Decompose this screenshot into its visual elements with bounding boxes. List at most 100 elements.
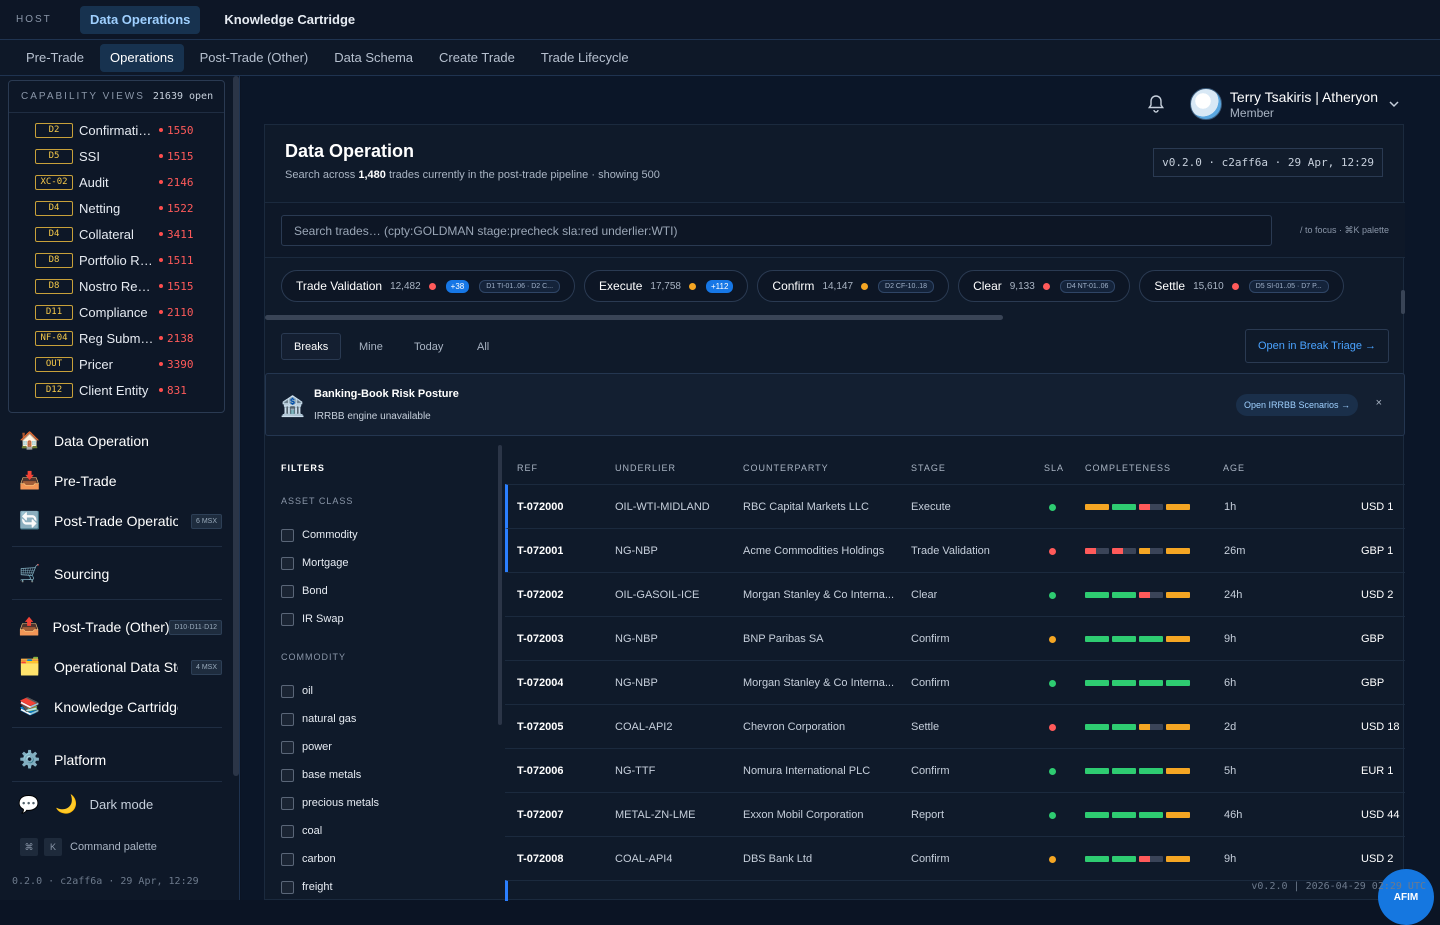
bell-icon[interactable]: [1146, 94, 1166, 114]
checkbox[interactable]: [281, 684, 294, 698]
open-break-triage-button[interactable]: Open in Break Triage →: [1244, 329, 1389, 363]
filters-scrollbar[interactable]: [498, 445, 502, 725]
filters-panel: FILTERS ASSET CLASS Commodity Mortgage Bon…: [281, 448, 499, 901]
sla-dot: [1049, 503, 1056, 511]
table-row[interactable]: T-072003 NG-NBP BNP Paribas SA Confirm 9h GBP: [505, 616, 1405, 660]
checkbox[interactable]: [281, 852, 294, 866]
commodity-checkbox[interactable]: precious metals: [281, 796, 379, 810]
capability-item[interactable]: D12 Client Entity 831: [9, 377, 224, 403]
asset-class-checkbox[interactable]: Commodity: [281, 528, 358, 542]
checkbox[interactable]: [281, 612, 294, 626]
stage-chip[interactable]: Clear 9,133 D4 NT-01..06: [958, 270, 1131, 302]
moon-icon[interactable]: 🌙: [55, 794, 77, 815]
sla-dot: [1049, 723, 1056, 731]
tab-pre-trade[interactable]: Pre-Trade: [16, 44, 94, 72]
table-row[interactable]: T-072005 COAL-API2 Chevron Corporation Sett…: [505, 704, 1405, 748]
capability-item[interactable]: NF-04 Reg Submissions 2138: [9, 325, 224, 351]
capability-item[interactable]: D8 Nostro Reconciliation 1515: [9, 273, 224, 299]
col-stage[interactable]: STAGE: [911, 463, 946, 473]
open-irrbb-scenarios-button[interactable]: Open IRRBB Scenarios →: [1235, 394, 1358, 416]
checkbox[interactable]: [281, 528, 294, 542]
tab-mine[interactable]: Mine: [347, 333, 395, 360]
search-input[interactable]: Search trades… (cpty:GOLDMAN stage:prech…: [281, 215, 1272, 246]
chat-icon[interactable]: 💬: [18, 795, 39, 815]
commodity-checkbox[interactable]: coal: [281, 824, 322, 838]
checkbox[interactable]: [281, 740, 294, 754]
checkbox[interactable]: [281, 796, 294, 810]
capability-item[interactable]: D5 SSI 1515: [9, 143, 224, 169]
tab-post-trade-other[interactable]: Post-Trade (Other): [190, 44, 319, 72]
table-row[interactable]: T-072007 METAL-ZN-LME Exxon Mobil Corporat…: [505, 792, 1405, 836]
checkbox[interactable]: [281, 824, 294, 838]
col-underlier[interactable]: UNDERLIER: [615, 463, 676, 473]
tab-data-schema[interactable]: Data Schema: [324, 44, 423, 72]
commodity-checkbox[interactable]: natural gas: [281, 712, 356, 726]
tab-operations[interactable]: Operations: [100, 43, 184, 72]
commodity-checkbox[interactable]: power: [281, 740, 332, 754]
stage-status-dot: [1231, 282, 1239, 290]
asset-class-checkbox[interactable]: Bond: [281, 584, 328, 598]
col-counterparty[interactable]: COUNTERPARTY: [743, 463, 829, 473]
checkbox[interactable]: [281, 880, 294, 894]
stage-scrollbar[interactable]: [265, 315, 1003, 320]
sidebar-item[interactable]: 🔄 Post-Trade Operations 6 MSX: [12, 501, 222, 541]
sidebar-item[interactable]: 🏠 Data Operation: [12, 421, 222, 461]
page-title: Data Operation: [285, 141, 415, 161]
capability-item[interactable]: D2 Confirmations 1550: [9, 117, 224, 143]
commodity-checkbox[interactable]: oil: [281, 684, 313, 698]
tab-today[interactable]: Today: [402, 333, 455, 360]
stage-chip[interactable]: Trade Validation 12,482 +38 D1 TI-01..06 · …: [281, 270, 576, 302]
checkbox[interactable]: [281, 584, 294, 598]
tab-all[interactable]: All: [465, 333, 501, 360]
close-icon[interactable]: ×: [1376, 397, 1382, 409]
capability-item[interactable]: D4 Collateral 3411: [9, 221, 224, 247]
col-ref[interactable]: REF: [517, 463, 538, 473]
asset-class-checkbox[interactable]: IR Swap: [281, 612, 344, 626]
table-scrollbar[interactable]: [1401, 290, 1405, 314]
capability-item[interactable]: XC-02 Audit 2146: [9, 169, 224, 195]
host-tab-knowledge-cartridge[interactable]: Knowledge Cartridge: [214, 6, 365, 34]
sidebar-item[interactable]: 📤 Post-Trade (Other) D10·D11·D12: [12, 607, 222, 647]
stage-chip[interactable]: Settle 15,610 D5 SI-01..05 · D7 P...: [1139, 270, 1344, 302]
host-tab-data-operations[interactable]: Data Operations: [80, 5, 201, 34]
avatar[interactable]: [1189, 88, 1222, 120]
col-age[interactable]: AGE: [1223, 463, 1245, 473]
table-row[interactable]: T-072008 COAL-API4 DBS Bank Ltd Confirm 9h US…: [505, 836, 1405, 880]
table-row[interactable]: T-072000 OIL-WTI-MIDLAND RBC Capital Marke…: [505, 484, 1405, 528]
asset-class-checkbox[interactable]: Mortgage: [281, 556, 348, 570]
commodity-checkbox[interactable]: freight: [281, 880, 333, 894]
tab-trade-lifecycle[interactable]: Trade Lifecycle: [531, 44, 639, 72]
capability-item[interactable]: OUT Pricer 3390: [9, 351, 224, 377]
col-completeness[interactable]: COMPLETENESS: [1085, 463, 1171, 473]
sidebar-item[interactable]: 🛒 Sourcing: [12, 554, 222, 594]
table-row[interactable]: T-072001 NG-NBP Acme Commodities Holdings T…: [505, 528, 1405, 572]
table-row[interactable]: T-072004 NG-NBP Morgan Stanley & Co Intern…: [505, 660, 1405, 704]
checkbox[interactable]: [281, 556, 294, 570]
table-row[interactable]: T-072006 NG-TTF Nomura International PLC Co…: [505, 748, 1405, 792]
sidebar-item[interactable]: 📥 Pre-Trade: [12, 461, 222, 501]
cell-age: 5h: [1224, 765, 1237, 777]
capability-item[interactable]: D11 Compliance 2110: [9, 299, 224, 325]
sidebar-item[interactable]: ⚙️ Platform: [12, 740, 222, 780]
afim-button[interactable]: AFIM: [1378, 869, 1434, 925]
capability-item[interactable]: D4 Netting 1522: [9, 195, 224, 221]
col-sla[interactable]: SLA: [1044, 463, 1064, 473]
tab-breaks[interactable]: Breaks: [281, 333, 342, 360]
sidebar-item[interactable]: 🗂️ Operational Data Store 4 MSX: [12, 647, 222, 687]
command-palette-row[interactable]: ⌘ K Command palette: [20, 838, 157, 856]
tab-create-trade[interactable]: Create Trade: [429, 44, 525, 72]
capability-item[interactable]: D8 Portfolio Reconciliation 1511: [9, 247, 224, 273]
checkbox[interactable]: [281, 712, 294, 726]
user-menu[interactable]: Terry Tsakiris | Atheryon Member: [1189, 88, 1400, 120]
checkbox[interactable]: [281, 768, 294, 782]
sidebar-scrollbar[interactable]: [233, 76, 239, 776]
stage-chip[interactable]: Execute 17,758 +112: [584, 270, 749, 302]
commodity-checkbox[interactable]: base metals: [281, 768, 361, 782]
dark-mode-label[interactable]: Dark mode: [90, 797, 154, 812]
sidebar-item[interactable]: 📚 Knowledge Cartridge: [12, 687, 222, 727]
table-row[interactable]: T-072002 OIL-GASOIL-ICE Morgan Stanley & C…: [505, 572, 1405, 616]
capability-open-count: 21639 open: [152, 91, 214, 102]
commodity-checkbox[interactable]: carbon: [281, 852, 336, 866]
stage-chip[interactable]: Confirm 14,147 D2 CF-10..18: [757, 270, 950, 302]
chevron-down-icon[interactable]: [1388, 98, 1400, 110]
